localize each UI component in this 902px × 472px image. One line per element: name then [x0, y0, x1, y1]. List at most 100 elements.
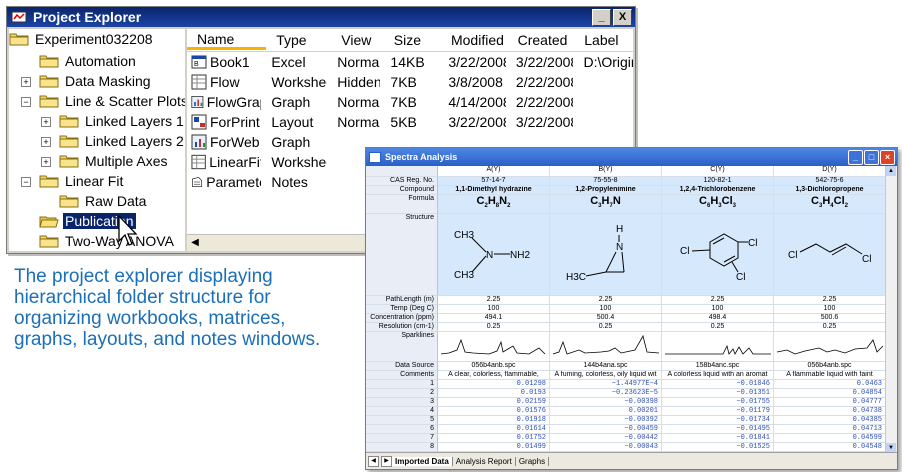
data-cell[interactable]: −0.00442 — [550, 434, 662, 443]
data-source-cell[interactable]: 056b4anb.spc — [438, 362, 550, 371]
data-cell[interactable]: −0.00392 — [550, 416, 662, 425]
file-row[interactable]: B Book1 Excel Normal 14KB 3/22/2008 3/22/2008 D… — [187, 52, 633, 72]
column-header[interactable]: A(Y) — [438, 166, 550, 177]
tree-expander-icon[interactable]: − — [21, 97, 31, 107]
tree-node[interactable]: Multiple Axes — [59, 151, 169, 171]
data-cell[interactable]: 0.0463 — [774, 380, 886, 389]
data-cell[interactable]: 0.01298 — [438, 380, 550, 389]
tree-node[interactable]: Linear Fit — [39, 171, 125, 191]
data-cell[interactable]: 0.01614 — [438, 425, 550, 434]
tree-node[interactable]: Linked Layers 2 — [59, 131, 185, 151]
data-cell[interactable]: −0.01495 — [662, 425, 774, 434]
structure-cell[interactable]: Cl Cl — [774, 214, 886, 296]
formula-cell[interactable]: C3H7N — [550, 195, 662, 214]
data-source-cell[interactable]: 056b4anb.spc — [774, 362, 886, 371]
data-cell[interactable]: 0.04854 — [774, 389, 886, 398]
column-header-created[interactable]: Created — [508, 32, 575, 48]
data-cell[interactable]: 0.04738 — [774, 407, 886, 416]
column-header[interactable]: C(Y) — [662, 166, 774, 177]
comment-cell[interactable]: A colorless liquid with an aromat — [662, 371, 774, 380]
tree-node[interactable]: Raw Data — [59, 191, 148, 211]
temp-cell[interactable]: 100 — [774, 305, 886, 314]
row-number[interactable]: 6 — [366, 425, 438, 434]
cas-cell[interactable]: 542-75-6 — [774, 177, 886, 186]
close-button[interactable]: × — [880, 149, 895, 165]
formula-cell[interactable]: C6H3Cl3 — [662, 195, 774, 214]
pathlength-cell[interactable]: 2.25 — [774, 296, 886, 305]
data-cell[interactable]: 0.01918 — [438, 416, 550, 425]
cas-cell[interactable]: 57-14-7 — [438, 177, 550, 186]
concentration-cell[interactable]: 500.4 — [550, 314, 662, 323]
compound-cell[interactable]: 1,1-Dimethyl hydrazine — [438, 186, 550, 195]
column-header[interactable]: D(Y) — [774, 166, 886, 177]
data-cell[interactable]: −0.01755 — [662, 398, 774, 407]
data-source-cell[interactable]: 144b4ana.spc — [550, 362, 662, 371]
tree-node[interactable]: Automation — [39, 51, 138, 71]
sparkline-cell[interactable] — [662, 332, 774, 362]
column-header-type[interactable]: Type — [266, 32, 331, 48]
data-cell[interactable]: 0.01576 — [438, 407, 550, 416]
data-cell[interactable]: −0.01351 — [662, 389, 774, 398]
structure-cell[interactable]: Cl Cl Cl — [662, 214, 774, 296]
data-source-cell[interactable]: 158b4anc.spc — [662, 362, 774, 371]
sparkline-cell[interactable] — [438, 332, 550, 362]
resolution-cell[interactable]: 0.25 — [662, 323, 774, 332]
cas-cell[interactable]: 120-82-1 — [662, 177, 774, 186]
tree-node[interactable]: Two-Way ANOVA — [39, 231, 176, 251]
column-header-size[interactable]: Size — [384, 32, 441, 48]
column-header-name[interactable]: Name — [187, 31, 267, 50]
sparkline-cell[interactable] — [550, 332, 662, 362]
data-cell[interactable]: 0.01499 — [438, 443, 550, 452]
scroll-left-icon[interactable]: ◀ — [187, 235, 203, 251]
concentration-cell[interactable]: 500.6 — [774, 314, 886, 323]
compound-cell[interactable]: 1,2,4-Trichlorobenzene — [662, 186, 774, 195]
tree-expander-icon[interactable]: + — [41, 117, 51, 127]
column-header-modified[interactable]: Modified — [441, 32, 508, 48]
maximize-button[interactable]: □ — [864, 149, 879, 165]
column-header[interactable]: B(Y) — [550, 166, 662, 177]
spectra-analysis-titlebar[interactable]: Spectra Analysis _ □ × — [366, 148, 897, 166]
file-row[interactable]: Flow Worksheet Hidden 7KB 3/8/2008 2/22/2008 — [187, 72, 633, 92]
file-row[interactable]: FlowGraph Graph Normal 7KB 4/14/2008 2/22/200… — [187, 92, 633, 112]
data-cell[interactable]: 0.0193 — [438, 389, 550, 398]
minimize-button[interactable]: _ — [848, 149, 863, 165]
data-cell[interactable]: 0.04599 — [774, 434, 886, 443]
tree-node[interactable]: Line & Scatter Plots — [39, 91, 185, 111]
tab-graphs[interactable]: Graphs — [516, 456, 550, 466]
row-number[interactable]: 7 — [366, 434, 438, 443]
file-row[interactable]: ForPrint Layout Normal 5KB 3/22/2008 3/22/200… — [187, 112, 633, 132]
data-cell[interactable]: 0.04713 — [774, 425, 886, 434]
data-cell[interactable]: 0.01752 — [438, 434, 550, 443]
pathlength-cell[interactable]: 2.25 — [438, 296, 550, 305]
resolution-cell[interactable]: 0.25 — [438, 323, 550, 332]
structure-cell[interactable]: H N H3C — [550, 214, 662, 296]
tree-expander-icon[interactable]: + — [21, 77, 31, 87]
temp-cell[interactable]: 100 — [662, 305, 774, 314]
close-button[interactable]: X — [613, 8, 632, 26]
pathlength-cell[interactable]: 2.25 — [662, 296, 774, 305]
data-cell[interactable]: −1.44977E−4 — [550, 380, 662, 389]
compound-cell[interactable]: 1,2-Propylenimine — [550, 186, 662, 195]
minimize-button[interactable]: _ — [592, 8, 611, 26]
data-cell[interactable]: −0.00043 — [550, 443, 662, 452]
sparkline-cell[interactable] — [774, 332, 886, 362]
concentration-cell[interactable]: 494.1 — [438, 314, 550, 323]
cas-cell[interactable]: 75-55-8 — [550, 177, 662, 186]
data-cell[interactable]: −0.01841 — [662, 434, 774, 443]
tree-expander-icon[interactable]: + — [41, 157, 51, 167]
formula-cell[interactable]: C2H8N2 — [438, 195, 550, 214]
tree-node[interactable]: Linked Layers 1 — [59, 111, 185, 131]
tree-node[interactable]: Data Masking — [39, 71, 153, 91]
data-cell[interactable]: −0.01734 — [662, 416, 774, 425]
row-number[interactable]: 3 — [366, 398, 438, 407]
data-cell[interactable]: −0.01046 — [662, 380, 774, 389]
data-cell[interactable]: 0.00201 — [550, 407, 662, 416]
data-cell[interactable]: −0.00398 — [550, 398, 662, 407]
tab-next-icon[interactable]: ▶ — [381, 455, 392, 467]
data-cell[interactable]: −0.01525 — [662, 443, 774, 452]
formula-cell[interactable]: C3H4Cl2 — [774, 195, 886, 214]
tab-analysis-report[interactable]: Analysis Report — [453, 456, 516, 466]
row-number[interactable]: 4 — [366, 407, 438, 416]
project-explorer-titlebar[interactable]: Project Explorer _ X — [7, 7, 635, 27]
tab-prev-icon[interactable]: ◀ — [368, 455, 379, 467]
